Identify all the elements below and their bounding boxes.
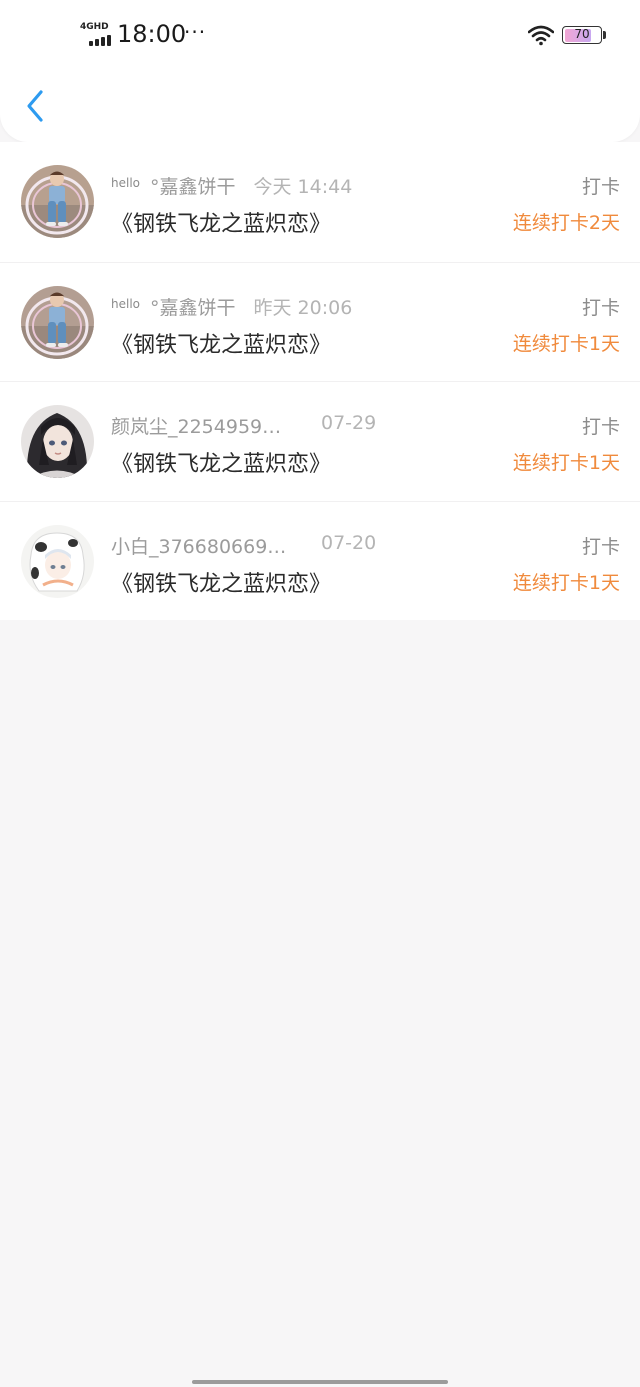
checkin-time: 昨天 20:06 <box>253 296 353 319</box>
status-time: 18:00 <box>117 20 187 48</box>
checkin-time: 07-20 <box>321 531 377 554</box>
checkin-time: 今天 14:44 <box>253 176 353 198</box>
item-meta: hello °嘉鑫饼干 今天 14:44 <box>111 172 352 199</box>
checkin-label: 打卡 <box>581 535 620 558</box>
checkin-list: hello °嘉鑫饼干 今天 14:44 《钢铁飞龙之蓝炽恋》 打卡 连续打卡2天 <box>0 142 640 620</box>
chevron-left-icon <box>27 90 43 122</box>
status-more: ··· <box>184 20 207 44</box>
list-item[interactable]: 颜岚尘_2254959… 07-29 《钢铁飞龙之蓝炽恋》 打卡 连续打卡1天 <box>0 381 640 501</box>
book-title[interactable]: 《钢铁飞龙之蓝炽恋》 <box>111 566 331 598</box>
streak-label: 连续打卡1天 <box>512 452 620 474</box>
avatar[interactable] <box>21 405 94 478</box>
book-title[interactable]: 《钢铁飞龙之蓝炽恋》 <box>111 446 331 478</box>
cellular-signal-icon: 4GHD <box>80 22 116 48</box>
page: 4GHD 18:00 ··· 70 hello °嘉鑫饼干 今天 14:44 《… <box>0 0 640 1387</box>
wifi-icon <box>527 24 555 46</box>
network-label: 4GHD <box>80 22 109 32</box>
user-name[interactable]: °嘉鑫饼干 <box>150 172 236 199</box>
home-indicator[interactable] <box>192 1380 448 1384</box>
battery-cap <box>603 31 606 39</box>
item-meta: 颜岚尘_2254959… 07-29 <box>111 412 376 439</box>
item-meta: 小白_376680669… 07-20 <box>111 532 376 559</box>
user-name[interactable]: 小白_376680669… <box>111 532 311 559</box>
book-title[interactable]: 《钢铁飞龙之蓝炽恋》 <box>111 206 331 238</box>
header: 4GHD 18:00 ··· 70 <box>0 0 640 142</box>
back-button[interactable] <box>18 86 52 126</box>
checkin-time: 07-29 <box>321 412 377 434</box>
item-meta: hello °嘉鑫饼干 昨天 20:06 <box>111 293 352 320</box>
status-bar: 4GHD 18:00 ··· 70 <box>0 0 640 70</box>
avatar[interactable] <box>21 524 94 598</box>
user-name[interactable]: °嘉鑫饼干 <box>150 293 236 320</box>
battery-icon: 70 <box>562 26 602 44</box>
book-title[interactable]: 《钢铁飞龙之蓝炽恋》 <box>111 327 331 359</box>
list-item[interactable]: 小白_376680669… 07-20 《钢铁飞龙之蓝炽恋》 打卡 连续打卡1天 <box>0 500 640 620</box>
checkin-label: 打卡 <box>581 296 620 319</box>
user-name[interactable]: 颜岚尘_2254959… <box>111 412 311 439</box>
checkin-label: 打卡 <box>581 416 620 438</box>
user-tag: hello <box>111 296 140 311</box>
list-item[interactable]: hello °嘉鑫饼干 昨天 20:06 《钢铁飞龙之蓝炽恋》 打卡 连续打卡1天 <box>0 261 640 381</box>
list-item[interactable]: hello °嘉鑫饼干 今天 14:44 《钢铁飞龙之蓝炽恋》 打卡 连续打卡2天 <box>0 142 640 262</box>
user-tag: hello <box>111 176 140 190</box>
streak-label: 连续打卡2天 <box>512 212 620 234</box>
streak-label: 连续打卡1天 <box>512 332 620 355</box>
streak-label: 连续打卡1天 <box>512 571 620 594</box>
checkin-label: 打卡 <box>581 176 620 198</box>
avatar[interactable] <box>21 285 94 359</box>
avatar[interactable] <box>21 165 94 238</box>
battery-level: 70 <box>574 27 590 41</box>
